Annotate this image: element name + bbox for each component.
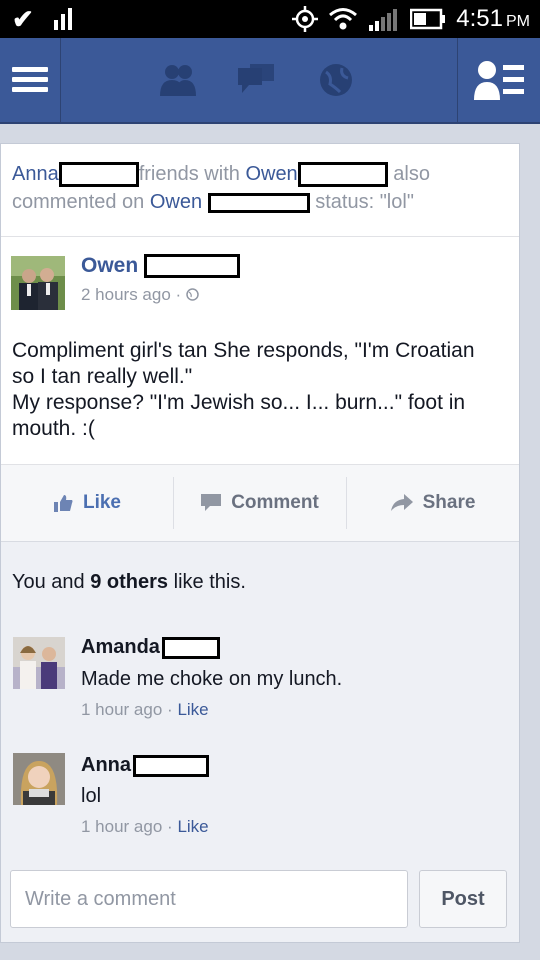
audience-globe-icon[interactable] xyxy=(186,288,199,301)
comment-timestamp: 1 hour ago xyxy=(81,817,163,836)
redaction-box xyxy=(144,254,241,279)
comment-timestamp: 1 hour ago xyxy=(81,700,163,719)
comment-button[interactable]: Comment xyxy=(173,477,346,529)
likes-summary[interactable]: You and 9 others like this. xyxy=(12,571,246,594)
redaction-box xyxy=(207,192,310,213)
author-name-link[interactable]: Owen xyxy=(81,254,138,277)
likes-count[interactable]: 9 others xyxy=(90,571,168,593)
post-meta: 2 hours ago · xyxy=(81,285,199,305)
commenter-name-link[interactable]: Anna xyxy=(81,754,131,776)
story-card: Anna friends with Owen also commented on … xyxy=(0,143,520,943)
comment-author-row: Anna xyxy=(81,754,209,777)
author-avatar[interactable] xyxy=(11,256,65,310)
author-name-row: Owen xyxy=(81,254,241,279)
comment-meta: 1 hour ago · Like xyxy=(81,700,209,720)
story-header: Anna friends with Owen also commented on … xyxy=(1,144,519,237)
redaction-box xyxy=(58,162,139,188)
check-icon: ✔ xyxy=(12,4,34,34)
commenter-avatar[interactable] xyxy=(13,637,65,689)
messages-icon[interactable] xyxy=(236,62,276,98)
owner-name-link[interactable]: Owen xyxy=(150,191,202,213)
comment-text: Made me choke on my lunch. xyxy=(81,668,343,690)
actor-name-link[interactable]: Anna xyxy=(12,163,59,185)
meta-separator: · xyxy=(167,817,173,836)
redaction-box xyxy=(297,162,388,188)
share-arrow-icon xyxy=(390,494,413,511)
comment-text: lol xyxy=(81,785,102,807)
commenter-photo xyxy=(13,753,65,805)
share-label: Share xyxy=(422,492,476,513)
share-button[interactable]: Share xyxy=(346,477,519,529)
post-action-bar: Like Comment Share xyxy=(1,464,519,542)
redaction-box xyxy=(161,636,220,659)
friends-list-button[interactable] xyxy=(457,38,540,122)
comment-label: Comment xyxy=(231,492,319,513)
commenter-avatar[interactable] xyxy=(13,753,65,805)
battery-icon xyxy=(410,8,446,30)
story-context-text: Anna friends with Owen also commented on … xyxy=(12,160,512,216)
hamburger-icon xyxy=(12,67,48,92)
thumbs-up-icon xyxy=(53,495,73,512)
top-nav-bar xyxy=(0,38,540,124)
wifi-icon xyxy=(329,8,358,30)
like-label: Like xyxy=(82,492,122,513)
post-timestamp[interactable]: 2 hours ago xyxy=(81,285,171,304)
contacts-icon xyxy=(474,61,524,100)
meta-separator: · xyxy=(175,285,182,304)
friend-requests-icon[interactable] xyxy=(158,62,198,98)
comment-like-link[interactable]: Like xyxy=(177,700,208,719)
commenter-name-link[interactable]: Amanda xyxy=(81,636,160,658)
story-text-3: status: "lol" xyxy=(315,191,414,213)
post-line: My response? "I'm Jewish so... I... burn… xyxy=(12,391,466,414)
gps-icon xyxy=(292,6,319,32)
cell-signal-icon xyxy=(369,9,398,31)
likes-prefix: You and xyxy=(12,571,85,593)
clock: 4:51 PM xyxy=(456,5,530,32)
commenter-photo xyxy=(13,637,65,689)
author-photo xyxy=(11,256,65,310)
likes-suffix: like this. xyxy=(173,571,246,593)
post-comment-button[interactable]: Post xyxy=(419,870,507,928)
status-bar: ✔ 4:51 PM xyxy=(0,0,540,38)
post-line: Compliment girl's tan She responds, "I'm… xyxy=(12,339,475,362)
comment-input[interactable]: Write a comment xyxy=(10,870,408,928)
post-line: mouth. :( xyxy=(12,417,95,440)
notifications-globe-icon[interactable] xyxy=(316,62,356,98)
post-line: so I tan really well." xyxy=(12,365,193,388)
story-text-1: friends with xyxy=(138,163,240,185)
signal-icon xyxy=(54,8,72,30)
comment-like-link[interactable]: Like xyxy=(177,817,208,836)
comment-meta: 1 hour ago · Like xyxy=(81,817,209,837)
menu-button[interactable] xyxy=(0,38,61,122)
post-body: Compliment girl's tan She responds, "I'm… xyxy=(12,338,512,442)
comment-icon xyxy=(201,494,222,511)
comment-author-row: Amanda xyxy=(81,636,220,659)
like-button[interactable]: Like xyxy=(1,465,173,541)
friend-name-link[interactable]: Owen xyxy=(245,163,297,185)
redaction-box xyxy=(133,754,209,777)
meta-separator: · xyxy=(167,700,173,719)
